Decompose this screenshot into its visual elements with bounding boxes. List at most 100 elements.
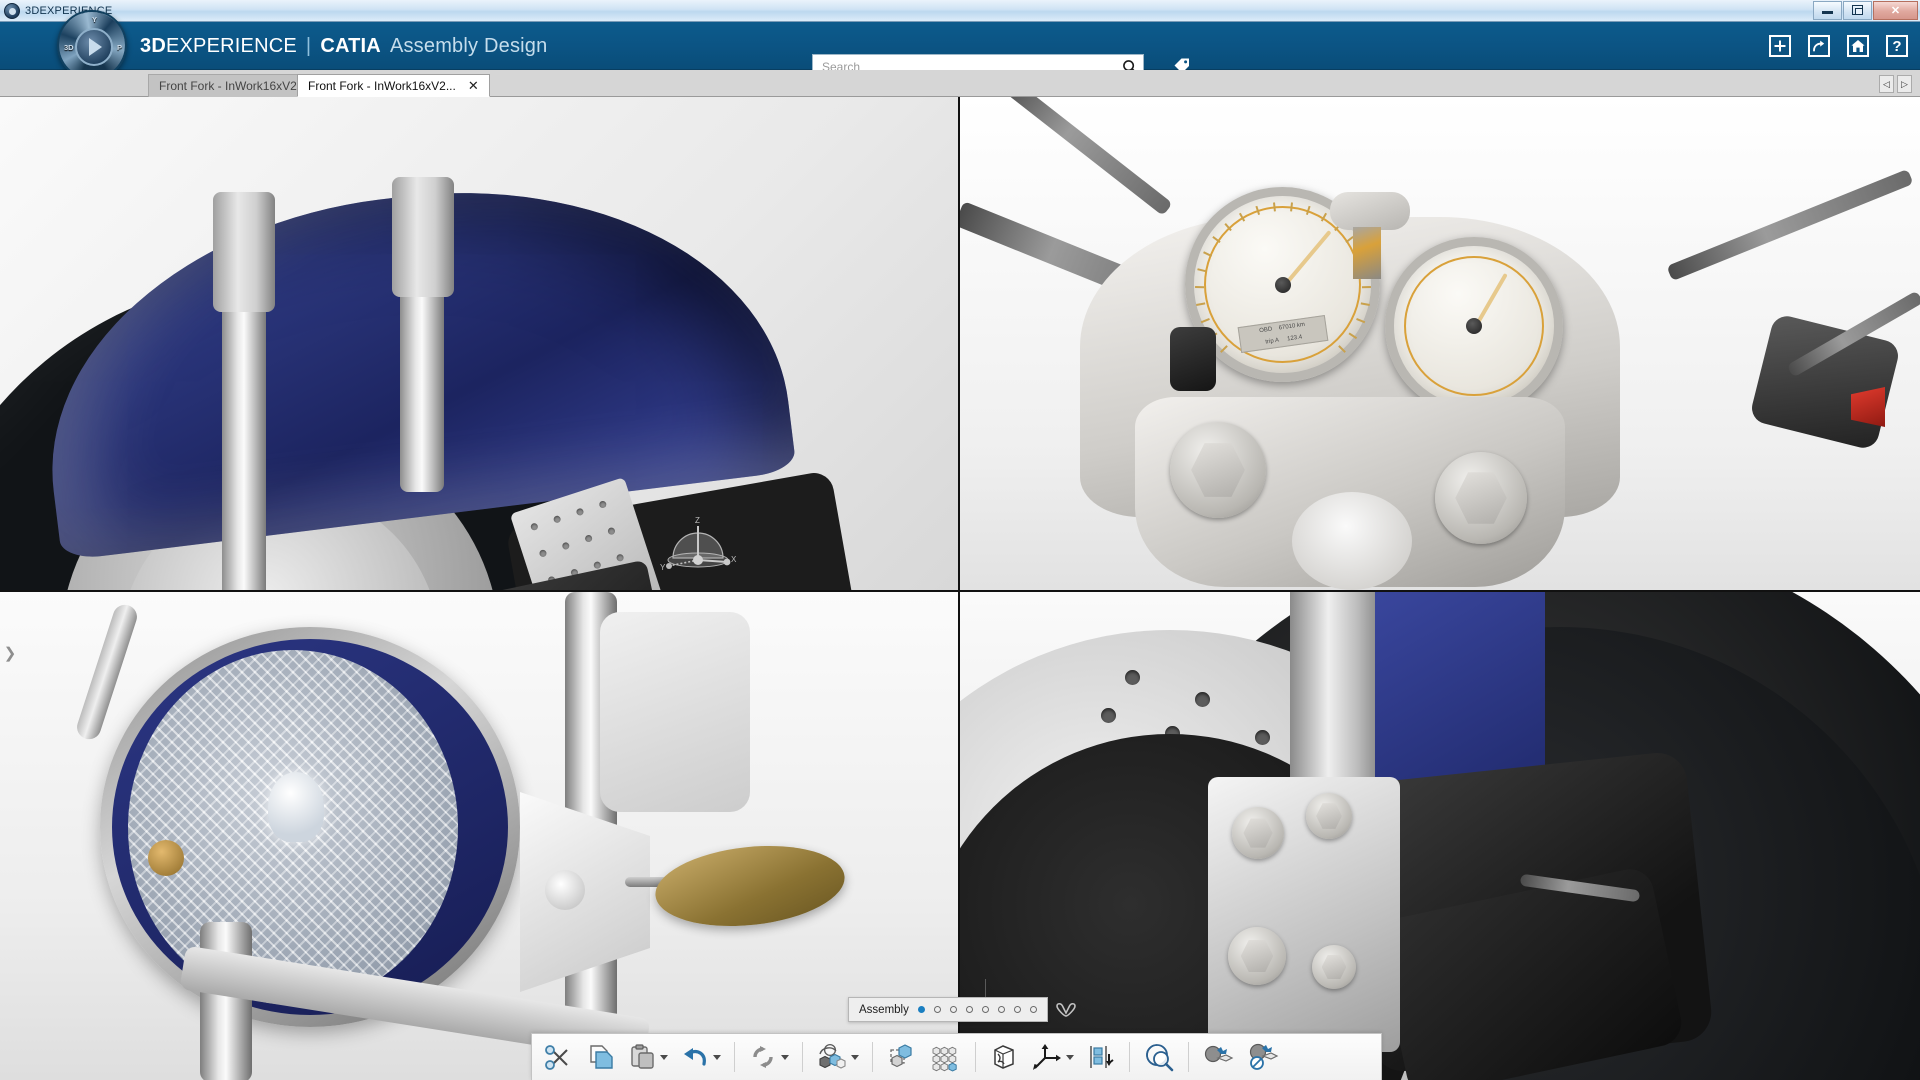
paste-button[interactable]: [622, 1037, 673, 1077]
manipulate-button[interactable]: [811, 1037, 864, 1077]
insert-cube-icon: [886, 1042, 918, 1072]
compass-center[interactable]: [75, 28, 113, 66]
minimize-button[interactable]: [1813, 1, 1842, 20]
remove-connection-button[interactable]: [1241, 1037, 1285, 1077]
tab-label: Front Fork - InWork16xV2...: [308, 79, 456, 93]
steering-stem-model: [1292, 492, 1412, 590]
bottom-toolbar[interactable]: [531, 1033, 1382, 1080]
gauge-tick: [1273, 202, 1276, 211]
assembly-step-widget[interactable]: Assembly: [848, 997, 1048, 1022]
close-button[interactable]: ✕: [1873, 1, 1918, 20]
viewport-vertical-divider[interactable]: [958, 97, 960, 1080]
clamp-bolt-left: [1170, 422, 1266, 518]
assembly-dot-6[interactable]: [998, 1006, 1005, 1013]
svg-text:Y: Y: [660, 563, 666, 572]
axis-compass[interactable]: Z X Y: [653, 510, 743, 580]
3dexperience-app-icon: [4, 3, 20, 19]
viewport-top-left[interactable]: Z X Y: [0, 97, 958, 590]
tachometer-gauge: [1385, 237, 1563, 415]
viewport-top-right[interactable]: OBD 67010 kmtrip A 123.4: [960, 97, 1920, 590]
assembly-widget-chevron[interactable]: [1053, 997, 1079, 1022]
assembly-widget-stem: [985, 979, 986, 997]
clash-analysis-button[interactable]: [1138, 1037, 1180, 1077]
headlight-bulb-model: [268, 772, 324, 842]
copy-icon: [585, 1042, 615, 1072]
gauge-tick: [1200, 318, 1209, 323]
gauge-tick: [1356, 318, 1365, 323]
tab-front-fork-1[interactable]: Front Fork - InWork16xV2...: [148, 74, 318, 97]
move-dropdown-caret[interactable]: [1066, 1055, 1074, 1060]
scissors-icon: [543, 1042, 573, 1072]
assembly-dot-3[interactable]: [950, 1006, 957, 1013]
gauge-tick: [1361, 286, 1370, 288]
restore-button[interactable]: [1843, 1, 1872, 20]
tab-nav-next-button[interactable]: ▷: [1897, 75, 1912, 93]
assembly-dot-1[interactable]: [918, 1006, 925, 1013]
assembly-dot-2[interactable]: [934, 1006, 941, 1013]
paste-icon: [627, 1042, 657, 1072]
help-button[interactable]: ?: [1886, 35, 1908, 57]
viewport-horizontal-divider[interactable]: [0, 590, 1920, 592]
cut-button[interactable]: [538, 1037, 578, 1077]
explode-button[interactable]: [984, 1037, 1024, 1077]
tab-front-fork-2[interactable]: Front Fork - InWork16xV2... ✕: [297, 74, 490, 97]
copy-button[interactable]: [580, 1037, 620, 1077]
viewport-bottom-right[interactable]: [960, 592, 1920, 1080]
tab-close-icon[interactable]: ✕: [468, 78, 479, 94]
play-triangle-icon: [89, 38, 102, 56]
svg-text:Z: Z: [695, 516, 700, 525]
gauge-tick: [1360, 302, 1369, 306]
viewport-bottom-left[interactable]: [0, 592, 958, 1080]
manipulate-dropdown-caret[interactable]: [851, 1055, 859, 1060]
home-button[interactable]: [1847, 35, 1869, 57]
headlight-side-marker-model: [148, 840, 184, 876]
fork-tube-lower-model: [200, 922, 252, 1080]
toolbar-separator: [1129, 1042, 1130, 1072]
brand-bar: 3D Y P V.R 3DEXPERIENCE | CATIA Assembly…: [0, 22, 1920, 70]
snap-button[interactable]: [1081, 1037, 1121, 1077]
left-switchgear-model: [1170, 327, 1216, 391]
window-controls: ✕: [1813, 1, 1920, 21]
refresh-cycle-icon: [748, 1042, 778, 1072]
update-button[interactable]: [743, 1037, 794, 1077]
upper-fairing-model: [600, 612, 750, 812]
undo-button[interactable]: [675, 1037, 726, 1077]
fork-cap-right-model: [392, 177, 454, 297]
assembly-dot-4[interactable]: [966, 1006, 973, 1013]
chevron-down-icon: [1055, 1002, 1077, 1018]
bracket-pivot-model: [545, 870, 585, 910]
tab-nav-prev-button[interactable]: ◁: [1879, 75, 1894, 93]
insert-component-button[interactable]: [881, 1037, 923, 1077]
viewport-container[interactable]: Z X Y OBD 67010 kmtrip A 123.4: [0, 97, 1920, 1080]
left-panel-expander[interactable]: ❯: [2, 642, 18, 664]
compass-label-y: Y: [92, 15, 97, 24]
update-dropdown-caret[interactable]: [781, 1055, 789, 1060]
undo-arrow-icon: [680, 1042, 710, 1072]
warning-lights-panel: [1330, 192, 1410, 230]
paste-dropdown-caret[interactable]: [660, 1055, 668, 1060]
toolbar-separator: [872, 1042, 873, 1072]
gauge-tick: [1338, 345, 1346, 353]
assembly-step-dots[interactable]: [918, 1006, 1037, 1013]
engineering-connection-button[interactable]: [1197, 1037, 1239, 1077]
undo-dropdown-caret[interactable]: [713, 1055, 721, 1060]
assembly-dot-5[interactable]: [982, 1006, 989, 1013]
add-button[interactable]: [1769, 35, 1791, 57]
clash-magnifier-icon: [1143, 1042, 1175, 1072]
assembly-dot-8[interactable]: [1030, 1006, 1037, 1013]
pattern-button[interactable]: [925, 1037, 967, 1077]
tab-label: Front Fork - InWork16xV2...: [159, 79, 307, 93]
top-action-icons: ?: [1769, 22, 1908, 70]
gauge-tick: [1220, 345, 1228, 353]
brand-separator: |: [306, 35, 311, 58]
axis-move-icon: [1031, 1042, 1063, 1072]
move-axis-button[interactable]: [1026, 1037, 1079, 1077]
snap-align-icon: [1086, 1042, 1116, 1072]
question-mark-icon: ?: [1892, 39, 1901, 54]
share-button[interactable]: [1808, 35, 1830, 57]
toolbar-separator: [734, 1042, 735, 1072]
toolbar-separator: [975, 1042, 976, 1072]
assembly-dot-7[interactable]: [1014, 1006, 1021, 1013]
tab-bar: Front Fork - InWork16xV2... Front Fork -…: [0, 70, 1920, 97]
minimize-icon: [1822, 11, 1833, 14]
